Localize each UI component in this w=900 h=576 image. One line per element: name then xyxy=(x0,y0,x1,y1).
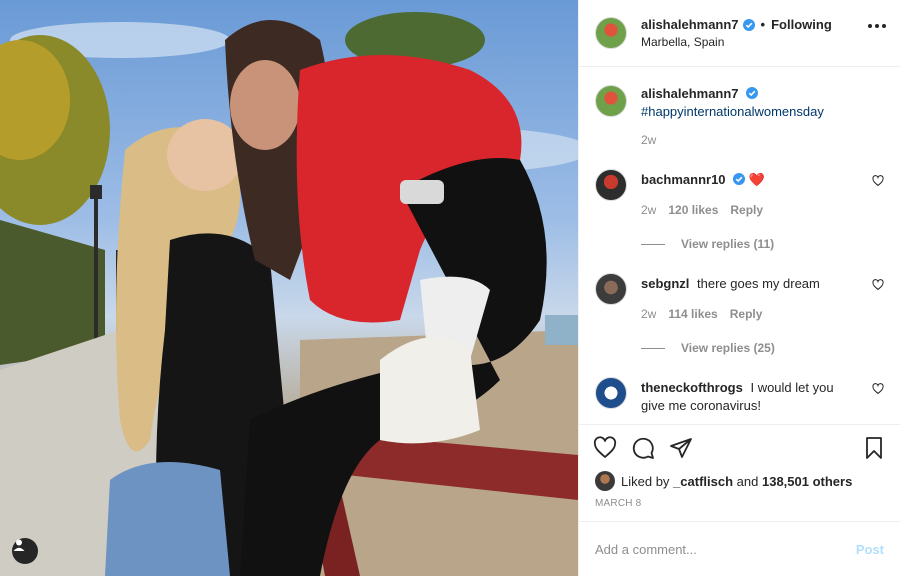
comment-item: theneckofthrogs I would let you give me … xyxy=(595,377,884,415)
post-photo[interactable] xyxy=(0,0,578,576)
comment-likes[interactable]: 114 likes xyxy=(668,305,717,323)
tagged-user-icon[interactable] xyxy=(12,538,38,564)
author-avatar[interactable] xyxy=(595,85,627,117)
separator-dot: • xyxy=(760,17,766,32)
post-date[interactable]: MARCH 8 xyxy=(579,492,900,521)
replies-divider xyxy=(641,347,665,349)
post-side-panel: alishalehmann7 • Following Marbella, Spa… xyxy=(578,0,900,576)
caption-username[interactable]: alishalehmann7 xyxy=(641,86,739,101)
liker-avatar[interactable] xyxy=(595,471,615,491)
instagram-post: alishalehmann7 • Following Marbella, Spa… xyxy=(0,0,900,576)
comment-time[interactable]: 2w xyxy=(641,305,656,323)
commenter-avatar[interactable] xyxy=(595,169,627,201)
more-options-icon[interactable] xyxy=(868,24,886,28)
verified-badge-icon xyxy=(746,87,759,99)
comment-username[interactable]: bachmannr10 xyxy=(641,172,726,187)
add-comment-input[interactable] xyxy=(595,541,856,557)
comment-username[interactable]: theneckofthrogs xyxy=(641,380,743,395)
post-comment-button[interactable]: Post xyxy=(856,542,884,557)
reply-button[interactable]: Reply xyxy=(730,201,763,219)
reply-button[interactable]: Reply xyxy=(730,305,763,323)
comment-item: bachmannr10 ❤️ 2w 120 likes Reply xyxy=(595,169,884,219)
share-paper-plane-icon[interactable] xyxy=(669,436,693,460)
person-icon xyxy=(13,539,25,551)
caption: alishalehmann7 #happyinternationalwomens… xyxy=(595,85,884,149)
comment-text: there goes my dream xyxy=(697,276,820,291)
save-bookmark-icon[interactable] xyxy=(862,436,886,460)
view-replies-label[interactable]: View replies (25) xyxy=(681,341,775,355)
comment-time[interactable]: 2w xyxy=(641,201,656,219)
caption-time[interactable]: 2w xyxy=(641,131,656,149)
author-username[interactable]: alishalehmann7 xyxy=(641,17,739,32)
comment-text: ❤️ xyxy=(748,172,765,187)
likes-summary: Liked by _catflisch and 138,501 others xyxy=(579,470,900,492)
likes-conjunction: and xyxy=(736,473,759,489)
view-replies-button[interactable]: View replies (25) xyxy=(641,341,884,355)
others-likes-count[interactable]: 138,501 others xyxy=(762,474,852,489)
commenter-avatar[interactable] xyxy=(595,377,627,409)
view-replies-button[interactable]: View replies (11) xyxy=(641,237,884,251)
like-heart-icon[interactable] xyxy=(593,435,617,460)
comment-username[interactable]: sebgnzl xyxy=(641,276,689,291)
add-comment-bar: Post xyxy=(579,521,900,576)
like-comment-heart-icon[interactable] xyxy=(872,279,884,291)
first-liker-username[interactable]: _catflisch xyxy=(673,474,733,489)
following-button[interactable]: Following xyxy=(771,17,832,32)
post-location[interactable]: Marbella, Spain xyxy=(641,35,832,49)
comments-list[interactable]: alishalehmann7 #happyinternationalwomens… xyxy=(579,67,900,424)
verified-badge-icon xyxy=(733,173,746,185)
caption-hashtag[interactable]: #happyinternationalwomensday xyxy=(641,104,824,119)
author-avatar[interactable] xyxy=(595,17,627,49)
verified-badge-icon xyxy=(742,18,755,31)
commenter-avatar[interactable] xyxy=(595,273,627,305)
view-replies-label[interactable]: View replies (11) xyxy=(681,237,774,251)
comment-bubble-icon[interactable] xyxy=(631,436,655,460)
replies-divider xyxy=(641,243,665,245)
photo-illustration xyxy=(0,12,578,576)
comment-item: sebgnzl there goes my dream 2w 114 likes… xyxy=(595,273,884,323)
post-header: alishalehmann7 • Following Marbella, Spa… xyxy=(579,0,900,67)
like-comment-heart-icon[interactable] xyxy=(872,175,884,187)
like-comment-heart-icon[interactable] xyxy=(872,383,884,395)
comment-likes[interactable]: 120 likes xyxy=(668,201,718,219)
post-actions-bar xyxy=(579,424,900,470)
likes-prefix: Liked by xyxy=(621,473,670,489)
